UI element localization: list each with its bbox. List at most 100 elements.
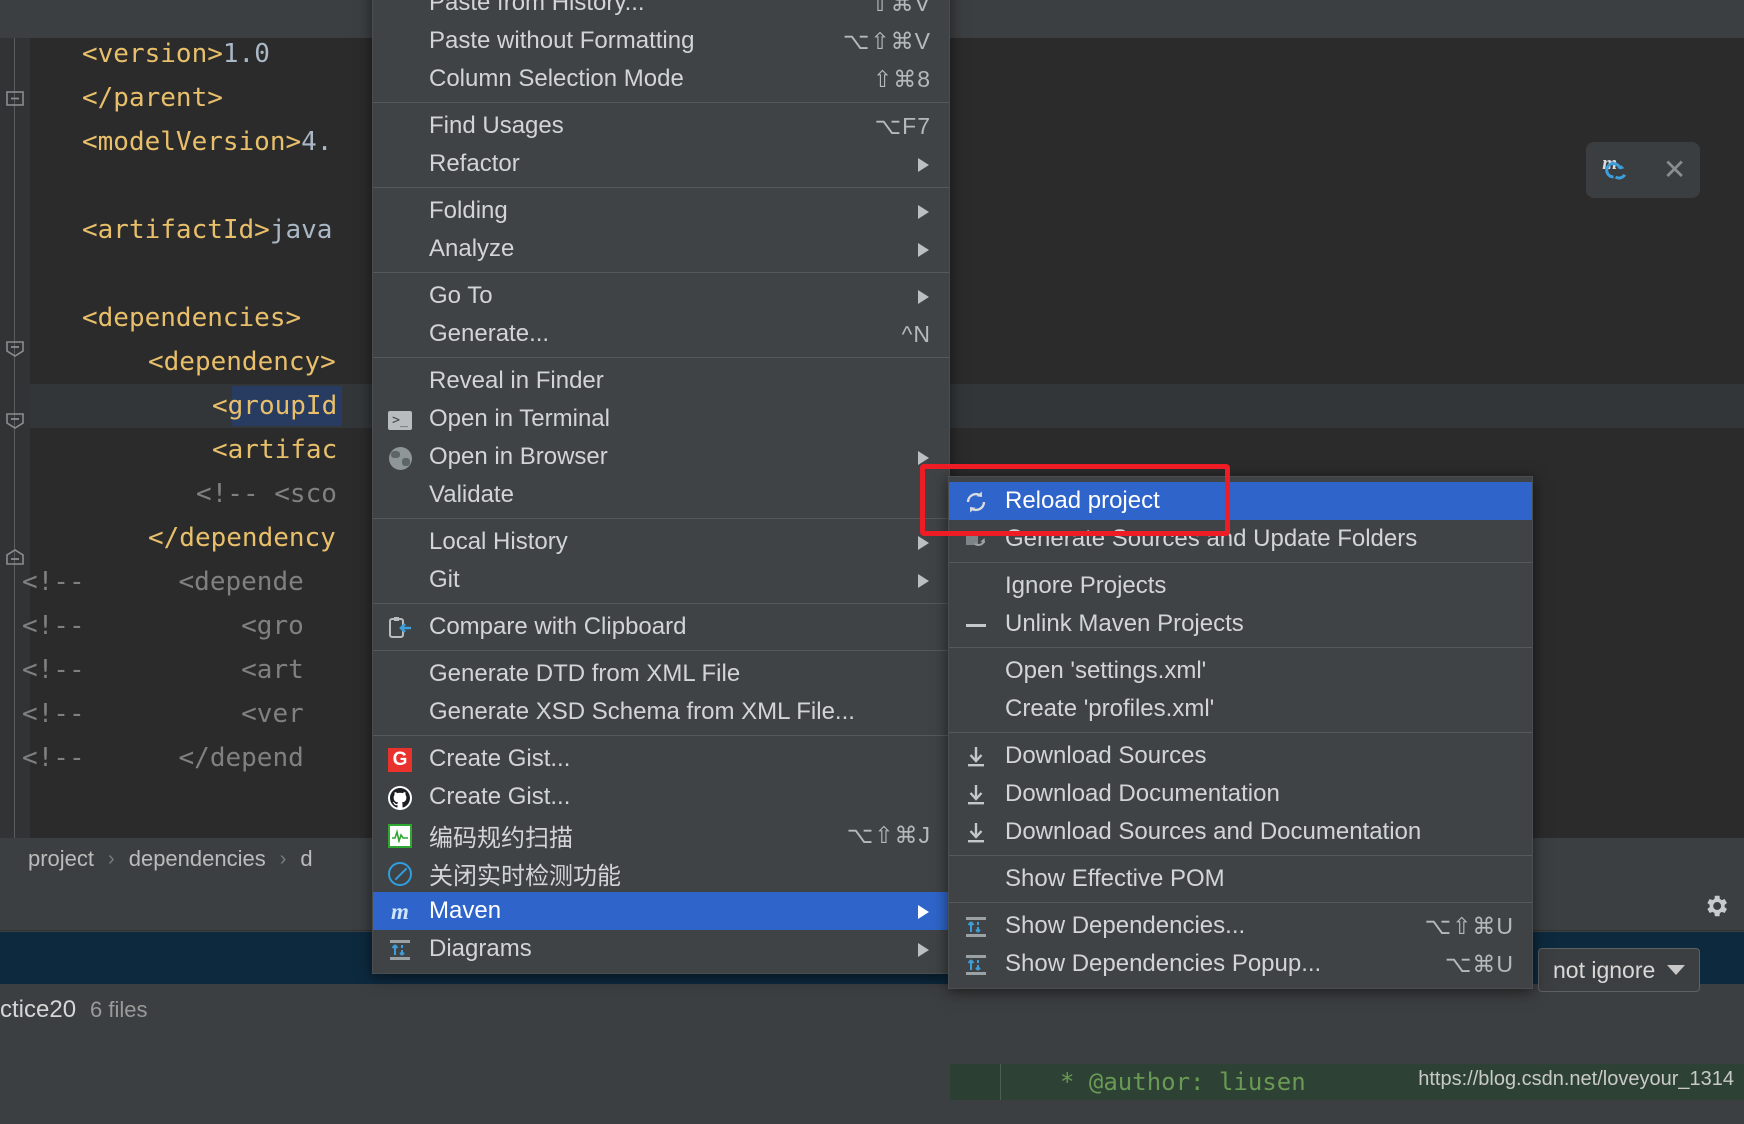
- code-token: 4.: [301, 127, 333, 157]
- context-menu-item-label: Column Selection Mode: [429, 65, 684, 92]
- breadcrumb-item-dependency[interactable]: d: [300, 846, 312, 872]
- maven-submenu[interactable]: Reload project Generate Sources and Updat…: [948, 476, 1533, 989]
- code-line: <version>1.0: [0, 32, 270, 76]
- code-token: <dependency>: [148, 347, 336, 377]
- context-menu-item-label: Validate: [429, 481, 514, 508]
- code-token: <artifactId>: [82, 215, 270, 245]
- maven-submenu-item-label: Generate Sources and Update Folders: [1005, 525, 1418, 552]
- maven-submenu-item-create-profiles-xml[interactable]: Create 'profiles.xml': [949, 690, 1532, 728]
- chevron-down-icon: [1667, 965, 1686, 975]
- maven-submenu-item-download-sources[interactable]: Download Sources: [949, 737, 1532, 775]
- maven-submenu-item-label: Ignore Projects: [1005, 572, 1167, 599]
- context-menu-item-shortcut: ^N: [901, 320, 931, 347]
- maven-submenu-item-download-sources-and-documentation[interactable]: Download Sources and Documentation: [949, 813, 1532, 851]
- context-menu-item-find-usages[interactable]: Find Usages ⌥F7: [373, 107, 949, 145]
- context-menu-item-paste-without-formatting[interactable]: Paste without Formatting ⌥⇧⌘V: [373, 22, 949, 60]
- context-menu-separator: [373, 272, 949, 273]
- ignore-dropdown[interactable]: not ignore: [1538, 948, 1701, 992]
- download-icon: [963, 820, 989, 846]
- maven-submenu-separator: [949, 562, 1532, 563]
- breadcrumb-item-dependencies[interactable]: dependencies: [129, 846, 266, 872]
- context-menu-item-label: Generate...: [429, 320, 550, 347]
- code-line: <!-- <depende: [0, 560, 304, 604]
- context-menu-item-paste-from-history[interactable]: Paste from History... ⇧⌘V: [373, 0, 949, 22]
- context-menu-item-maven[interactable]: m Maven: [373, 892, 949, 930]
- context-menu-item-create-gist[interactable]: G Create Gist...: [373, 740, 949, 778]
- context-menu-item-item[interactable]: 编码规约扫描 ⌥⇧⌘J: [373, 816, 949, 854]
- maven-submenu-item-reload-project[interactable]: Reload project: [949, 482, 1532, 520]
- editor-context-menu[interactable]: Paste from History... ⇧⌘V Paste without Fo…: [372, 0, 950, 974]
- maven-submenu-item-generate-sources-and-update-folders[interactable]: Generate Sources and Update Folders: [949, 520, 1532, 558]
- context-menu-item-folding[interactable]: Folding: [373, 192, 949, 230]
- maven-submenu-item-open-settings-xml[interactable]: Open 'settings.xml': [949, 652, 1532, 690]
- code-token: </parent>: [82, 83, 223, 113]
- context-menu-item-open-in-terminal[interactable]: >_ Open in Terminal: [373, 400, 949, 438]
- maven-submenu-item-download-documentation[interactable]: Download Documentation: [949, 775, 1532, 813]
- code-token: <!-- </depend: [22, 743, 304, 773]
- maven-submenu-item-label: Show Dependencies...: [1005, 912, 1246, 939]
- context-menu-item-label: 编码规约扫描: [429, 824, 573, 852]
- context-menu-item-git[interactable]: Git: [373, 561, 949, 599]
- ignore-dropdown-value: not ignore: [1553, 956, 1656, 983]
- context-menu-item-local-history[interactable]: Local History: [373, 523, 949, 561]
- maven-submenu-item-shortcut: ⌥⇧⌘U: [1424, 912, 1514, 939]
- code-line: </dependency: [0, 516, 336, 560]
- code-token: <dependencies>: [82, 303, 302, 333]
- maven-submenu-item-ignore-projects[interactable]: Ignore Projects: [949, 567, 1532, 605]
- context-menu-item-validate[interactable]: Validate: [373, 476, 949, 514]
- context-menu-item-label: Git: [429, 566, 460, 593]
- gear-icon[interactable]: [1702, 892, 1730, 920]
- code-token: <!-- <art: [22, 655, 304, 685]
- context-menu-item-item[interactable]: 关闭实时检测功能: [373, 854, 949, 892]
- context-menu-item-generate-dtd-from-xml-file[interactable]: Generate DTD from XML File: [373, 655, 949, 693]
- context-menu-item-reveal-in-finder[interactable]: Reveal in Finder: [373, 362, 949, 400]
- code-line: <artifactId>java: [0, 208, 332, 252]
- context-menu-bottom-pad: [373, 968, 949, 973]
- chevron-right-icon: [918, 158, 929, 172]
- maven-submenu-item-show-dependencies-popup[interactable]: Show Dependencies Popup... ⌥⌘U: [949, 945, 1532, 983]
- tool-window-file-row[interactable]: ctice20 6 files: [0, 984, 1744, 1036]
- maven-reload-icon[interactable]: m: [1600, 150, 1636, 191]
- dependencies-icon: [963, 914, 989, 940]
- context-menu-item-shortcut: ⌥⇧⌘J: [846, 821, 931, 848]
- maven-submenu-item-show-dependencies[interactable]: Show Dependencies... ⌥⇧⌘U: [949, 907, 1532, 945]
- terminal-icon: >_: [387, 407, 413, 433]
- context-menu-item-label: Folding: [429, 197, 508, 224]
- gist-red-icon: G: [387, 747, 413, 773]
- chevron-right-icon: [918, 574, 929, 588]
- context-menu-item-go-to[interactable]: Go To: [373, 277, 949, 315]
- maven-reload-notification[interactable]: m ✕: [1586, 142, 1700, 198]
- context-menu-item-analyze[interactable]: Analyze: [373, 230, 949, 268]
- chevron-right-icon: [918, 905, 929, 919]
- context-menu-item-label: Paste without Formatting: [429, 27, 695, 54]
- maven-submenu-item-label: Download Sources: [1005, 742, 1207, 769]
- code-token: <!-- <ver: [22, 699, 304, 729]
- maven-submenu-item-label: Create 'profiles.xml': [1005, 695, 1215, 722]
- context-menu-item-create-gist[interactable]: Create Gist...: [373, 778, 949, 816]
- breadcrumb-item-project[interactable]: project: [28, 846, 94, 872]
- minus-icon: [963, 612, 989, 638]
- context-menu-item-label: Reveal in Finder: [429, 367, 604, 394]
- maven-submenu-separator: [949, 855, 1532, 856]
- context-menu-item-generate[interactable]: Generate... ^N: [373, 315, 949, 353]
- context-menu-item-diagrams[interactable]: Diagrams: [373, 930, 949, 968]
- maven-submenu-item-unlink-maven-projects[interactable]: Unlink Maven Projects: [949, 605, 1532, 643]
- context-menu-item-label: Find Usages: [429, 112, 564, 139]
- code-token: <!-- <sco: [196, 479, 337, 509]
- context-menu-item-open-in-browser[interactable]: Open in Browser: [373, 438, 949, 476]
- maven-submenu-item-label: Show Effective POM: [1005, 865, 1225, 892]
- context-menu-item-refactor[interactable]: Refactor: [373, 145, 949, 183]
- close-icon[interactable]: ✕: [1663, 156, 1686, 184]
- context-menu-item-label: 关闭实时检测功能: [429, 862, 621, 890]
- context-menu-item-column-selection-mode[interactable]: Column Selection Mode ⇧⌘8: [373, 60, 949, 98]
- chevron-right-icon: [918, 290, 929, 304]
- disable-icon: [387, 861, 413, 887]
- context-menu-separator: [373, 735, 949, 736]
- code-line: </parent>: [0, 76, 223, 120]
- code-line: <!-- <art: [0, 648, 304, 692]
- context-menu-item-generate-xsd-schema-from-xml-file[interactable]: Generate XSD Schema from XML File...: [373, 693, 949, 731]
- maven-submenu-item-show-effective-pom[interactable]: Show Effective POM: [949, 860, 1532, 898]
- code-line: <groupId: [0, 384, 337, 428]
- context-menu-item-label: Analyze: [429, 235, 515, 262]
- context-menu-item-compare-with-clipboard[interactable]: Compare with Clipboard: [373, 608, 949, 646]
